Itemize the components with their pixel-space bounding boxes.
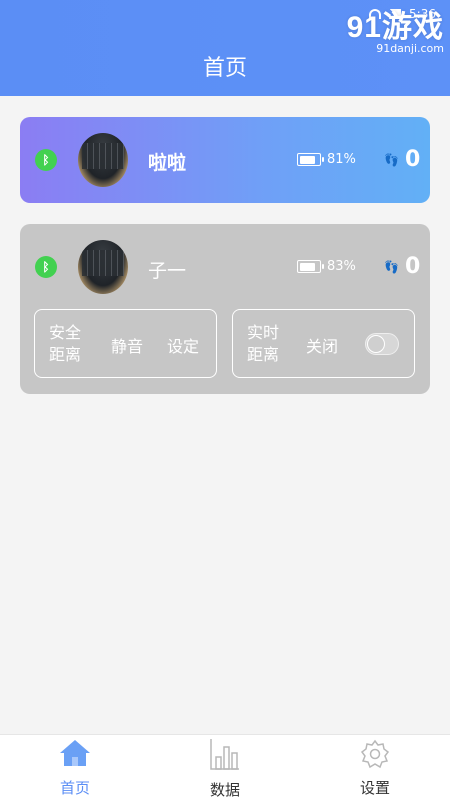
bottom-tab-bar: 首页 数据 设置 <box>0 734 450 800</box>
battery-status: 83% <box>297 259 356 274</box>
bar-chart-icon <box>210 739 239 770</box>
step-counter: 👣 0 <box>384 254 420 279</box>
footprint-icon: 👣 <box>384 152 399 167</box>
step-count: 0 <box>404 147 421 172</box>
app-header: 5:36 91游戏 91danji.com 首页 <box>0 0 450 96</box>
bluetooth-icon: ᛒ <box>35 149 57 171</box>
page-title: 首页 <box>202 56 247 81</box>
battery-label: 81% <box>327 152 356 167</box>
device-card[interactable]: ᛒ 啦啦 81% 👣 0 <box>20 117 430 203</box>
battery-icon <box>297 153 324 166</box>
battery-fill <box>299 155 315 164</box>
tab-home[interactable]: 首页 <box>15 735 135 800</box>
toggle-knob <box>367 335 385 353</box>
realtime-distance-toggle[interactable] <box>365 333 399 355</box>
step-counter: 👣 0 <box>384 147 420 172</box>
set-option[interactable]: 设定 <box>167 333 199 357</box>
footprint-icon: 👣 <box>384 259 399 274</box>
battery-fill <box>299 262 316 271</box>
realtime-distance-panel: 实时距离 关闭 <box>232 309 415 378</box>
tab-settings[interactable]: 设置 <box>315 735 435 800</box>
watermark-logo: 91游戏 <box>346 11 444 44</box>
battery-icon <box>297 260 324 273</box>
step-count: 0 <box>404 254 421 279</box>
device-card[interactable]: ᛒ 子一 83% 👣 0 安全距离 静音 设定 实时距离 关闭 <box>20 224 430 394</box>
tab-label: 设置 <box>359 779 390 797</box>
device-name: 子一 <box>148 260 187 282</box>
safe-distance-label: 安全距离 <box>49 323 82 364</box>
toggle-state-label: 关闭 <box>306 337 339 356</box>
tab-label: 数据 <box>209 781 240 799</box>
avatar <box>78 240 128 294</box>
mute-option[interactable]: 静音 <box>111 333 143 357</box>
device-name: 啦啦 <box>148 152 187 174</box>
gear-icon <box>360 739 390 769</box>
bluetooth-icon: ᛒ <box>35 256 57 278</box>
avatar <box>78 133 128 187</box>
safe-distance-panel: 安全距离 静音 设定 <box>34 309 217 378</box>
realtime-distance-label: 实时距离 <box>247 323 280 364</box>
tab-data[interactable]: 数据 <box>165 735 285 800</box>
battery-label: 83% <box>327 259 356 274</box>
watermark: 91游戏 91danji.com <box>347 2 444 55</box>
tab-label: 首页 <box>59 779 90 797</box>
home-icon <box>60 740 90 766</box>
battery-status: 81% <box>297 152 356 167</box>
